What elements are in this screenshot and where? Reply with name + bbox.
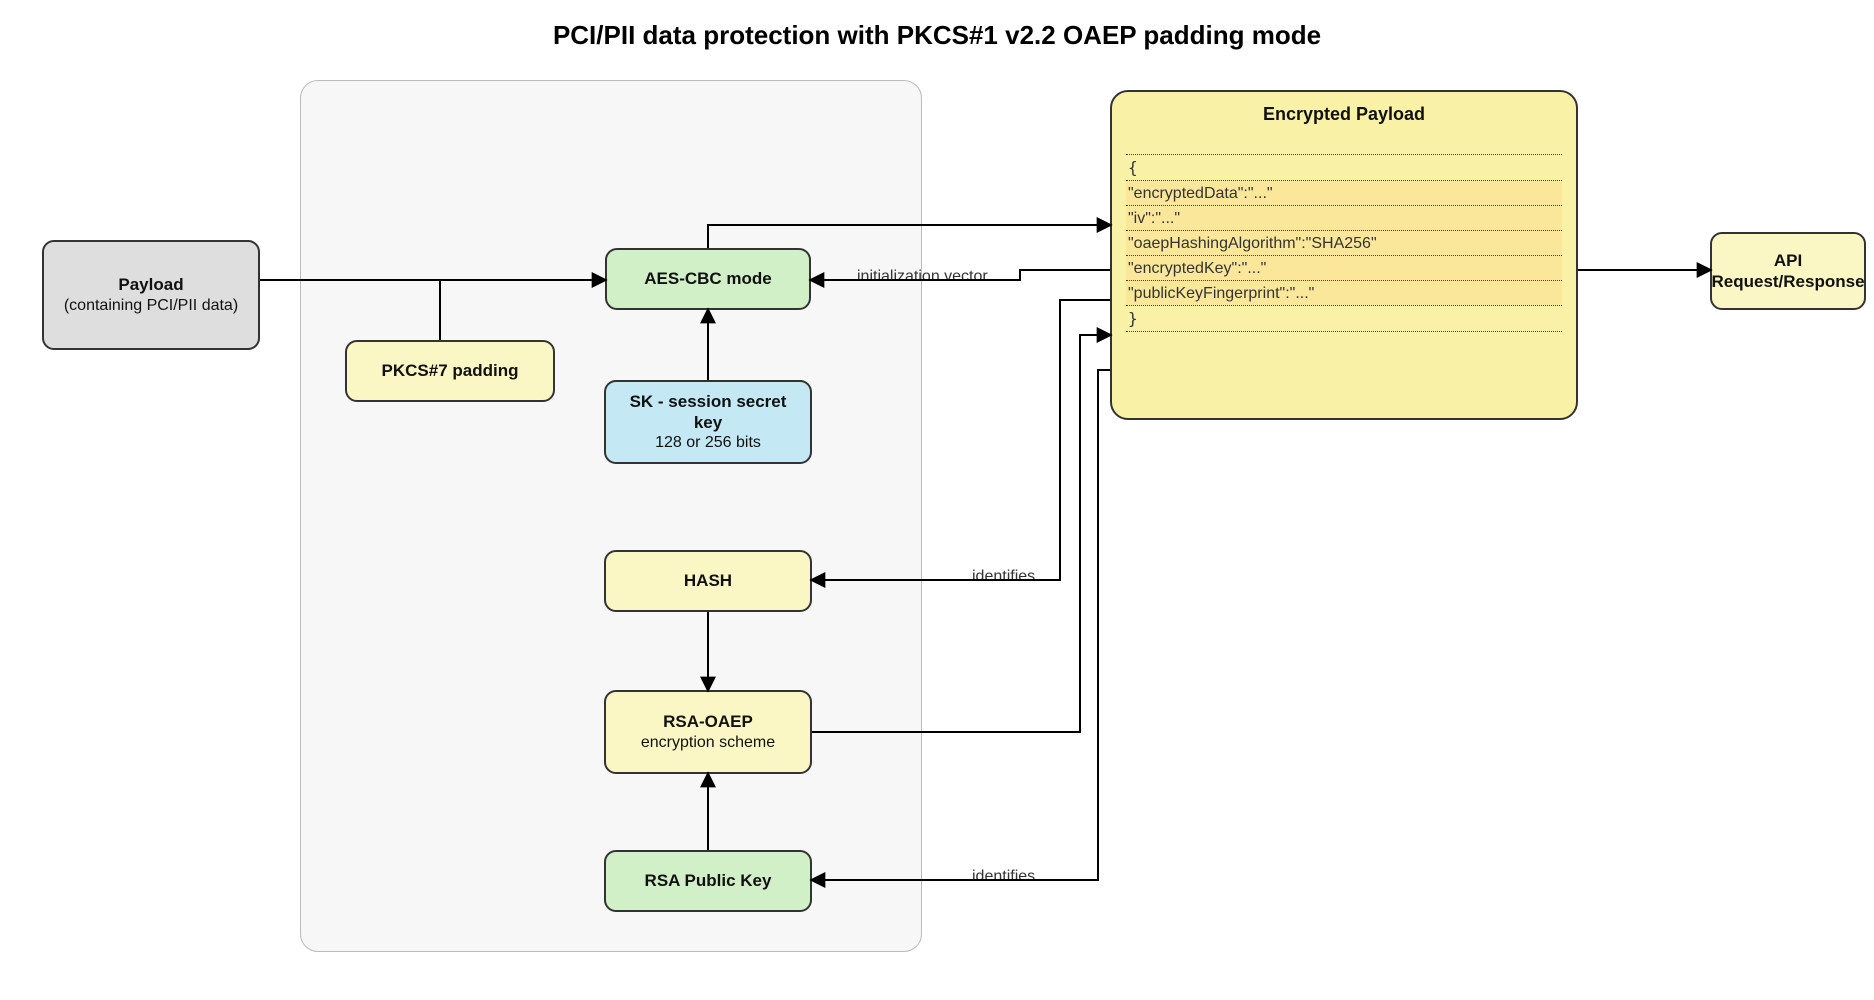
rsaoaep-node: RSA-OAEP encryption scheme [604,690,812,774]
payload-sub: (containing PCI/PII data) [64,296,238,316]
aes-label: AES-CBC mode [644,268,772,289]
api-sub: Request/Response [1711,271,1864,292]
edge-label-ident-hash: identifies [970,568,1037,586]
connector-lines [0,0,1874,1000]
encrypted-payload-row-1: "iv":"..." [1126,205,1562,231]
encrypted-payload-row-0: "encryptedData":"..." [1126,180,1562,206]
rsaoaep-sub: encryption scheme [641,733,775,753]
api-title: API [1774,250,1802,271]
rsapub-node: RSA Public Key [604,850,812,912]
pkcs7-node: PKCS#7 padding [345,340,555,402]
diagram-canvas: PCI/PII data protection with PKCS#1 v2.2… [0,0,1874,1000]
edge-label-ident-key: identifies [970,868,1037,886]
encrypted-payload-node: Encrypted Payload { "encryptedData":"...… [1110,90,1578,420]
rsapub-label: RSA Public Key [645,870,772,891]
sk-title: SK - session secret key [616,391,800,434]
encrypted-payload-open: { [1126,154,1562,181]
rsaoaep-title: RSA-OAEP [663,711,753,732]
encrypted-payload-row-3: "encryptedKey":"..." [1126,255,1562,281]
encrypted-payload-row-2: "oaepHashingAlgorithm":"SHA256" [1126,230,1562,256]
aes-node: AES-CBC mode [605,248,811,310]
diagram-title: PCI/PII data protection with PKCS#1 v2.2… [0,20,1874,51]
encrypted-payload-title: Encrypted Payload [1126,104,1562,125]
sk-sub: 128 or 256 bits [655,433,761,453]
encrypted-payload-row-4: "publicKeyFingerprint":"..." [1126,280,1562,306]
sk-node: SK - session secret key 128 or 256 bits [604,380,812,464]
api-node: API Request/Response [1710,232,1866,310]
encrypted-payload-close: } [1126,305,1562,332]
payload-node: Payload (containing PCI/PII data) [42,240,260,350]
hash-label: HASH [684,570,732,591]
process-group [300,80,922,952]
hash-node: HASH [604,550,812,612]
pkcs7-label: PKCS#7 padding [382,360,519,381]
edge-label-iv: initialization vector [855,268,990,286]
payload-title: Payload [118,274,183,295]
